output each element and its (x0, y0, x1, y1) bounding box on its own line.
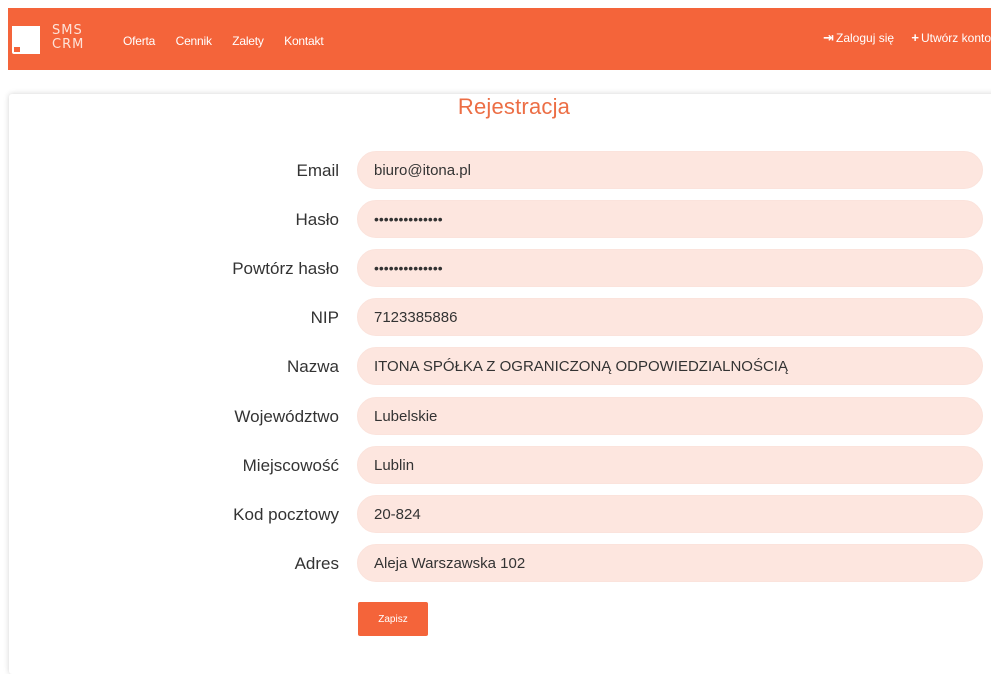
repeat-password-row: Powtórz hasło (9, 249, 991, 289)
save-button[interactable]: Zapisz (358, 602, 428, 636)
login-label: Zaloguj się (836, 31, 895, 45)
address-field[interactable] (357, 544, 983, 582)
company-name-field[interactable] (357, 347, 983, 385)
nav-link-oferta[interactable]: Oferta (123, 34, 155, 48)
postal-code-field[interactable] (357, 495, 983, 533)
nav-links: Oferta Cennik Zalety Kontakt (123, 32, 339, 50)
email-label: Email (296, 161, 339, 180)
logo-icon[interactable] (12, 26, 40, 54)
voivodeship-row: Województwo (9, 397, 991, 437)
repeat-password-label: Powtórz hasło (232, 259, 339, 278)
login-icon: ⇥ (823, 30, 834, 45)
password-field[interactable] (357, 200, 983, 238)
nip-field[interactable] (357, 298, 983, 336)
address-label: Adres (294, 554, 339, 573)
city-field[interactable] (357, 446, 983, 484)
address-row: Adres (9, 544, 991, 584)
nav-link-cennik[interactable]: Cennik (176, 34, 212, 48)
password-label: Hasło (295, 210, 339, 229)
company-name-row: Nazwa (9, 347, 991, 387)
register-link[interactable]: + Utwórz konto (911, 30, 991, 45)
password-row: Hasło (9, 200, 991, 240)
nip-row: NIP (9, 298, 991, 338)
nav-link-kontakt[interactable]: Kontakt (284, 34, 323, 48)
nav-account-links: ⇥ Zaloguj się + Utwórz konto (809, 30, 991, 46)
register-label: Utwórz konto (920, 31, 991, 45)
login-link[interactable]: ⇥ Zaloguj się (823, 30, 895, 45)
logo-text[interactable]: SMS CRM (52, 24, 92, 52)
company-name-label: Nazwa (287, 357, 339, 376)
plus-icon: + (911, 30, 919, 45)
top-navbar: SMS CRM Oferta Cennik Zalety Kontakt ⇥ Za… (8, 8, 991, 70)
email-row: Email (9, 151, 991, 191)
postal-code-row: Kod pocztowy (9, 495, 991, 535)
registration-card: Rejestracja Email Hasło Powtórz hasło NI… (9, 94, 991, 674)
city-label: Miejscowość (242, 456, 339, 475)
repeat-password-field[interactable] (357, 249, 983, 287)
nav-link-zalety[interactable]: Zalety (232, 34, 264, 48)
email-field[interactable] (357, 151, 983, 189)
logo-line-1: SMS (52, 23, 83, 38)
postal-code-label: Kod pocztowy (233, 505, 339, 524)
page-title: Rejestracja (457, 94, 571, 119)
voivodeship-field[interactable] (357, 397, 983, 435)
logo-line-2: CRM (52, 37, 85, 52)
nip-label: NIP (310, 308, 339, 327)
city-row: Miejscowość (9, 446, 991, 486)
voivodeship-label: Województwo (234, 407, 339, 426)
